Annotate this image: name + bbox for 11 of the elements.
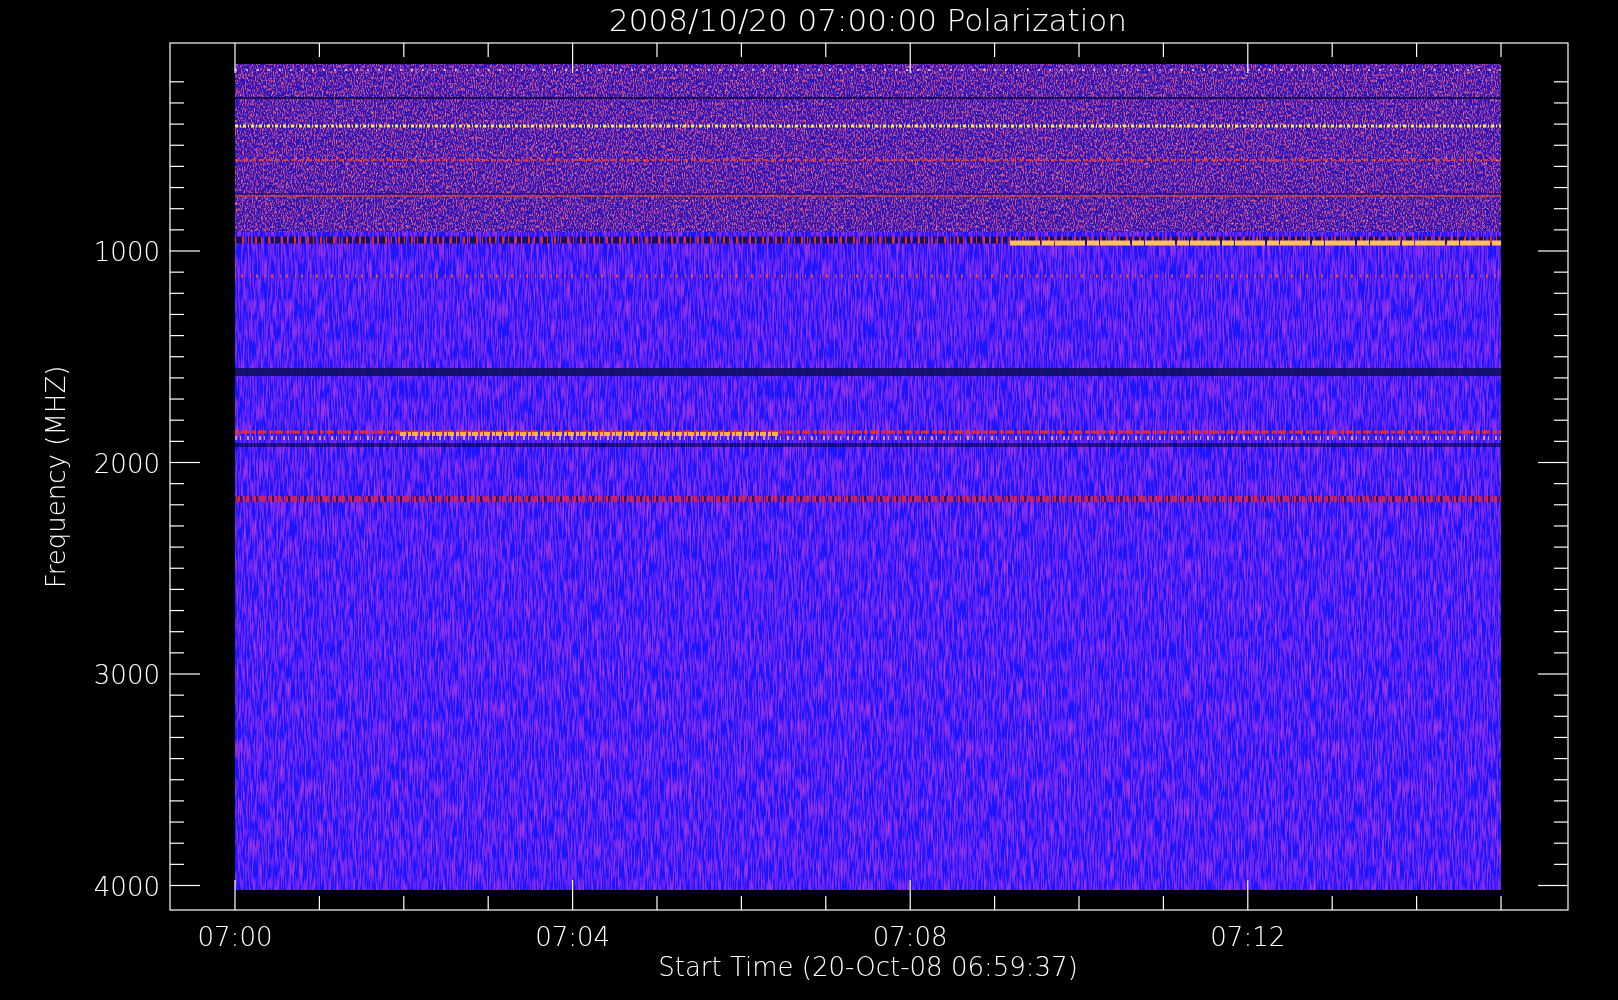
axis-tick-label: 07:00 (197, 922, 273, 952)
axis-tick-label: 07:04 (535, 922, 611, 952)
axis-tick-label: 4000 (93, 871, 160, 902)
axis-tick-label: 07:08 (872, 922, 948, 952)
axis-tick-label: 1000 (93, 237, 160, 267)
axis-tick-label: 2000 (93, 448, 160, 479)
axis-tick-label: 3000 (93, 660, 160, 690)
axis-tick-label: 07:12 (1210, 922, 1286, 952)
axis-title: Start Time (20-Oct-08 06:59:37) (658, 952, 1078, 982)
axis-title: Frequency (MHZ) (41, 365, 71, 589)
chart-title: 2008/10/20 07:00:00 Polarization (609, 2, 1127, 38)
